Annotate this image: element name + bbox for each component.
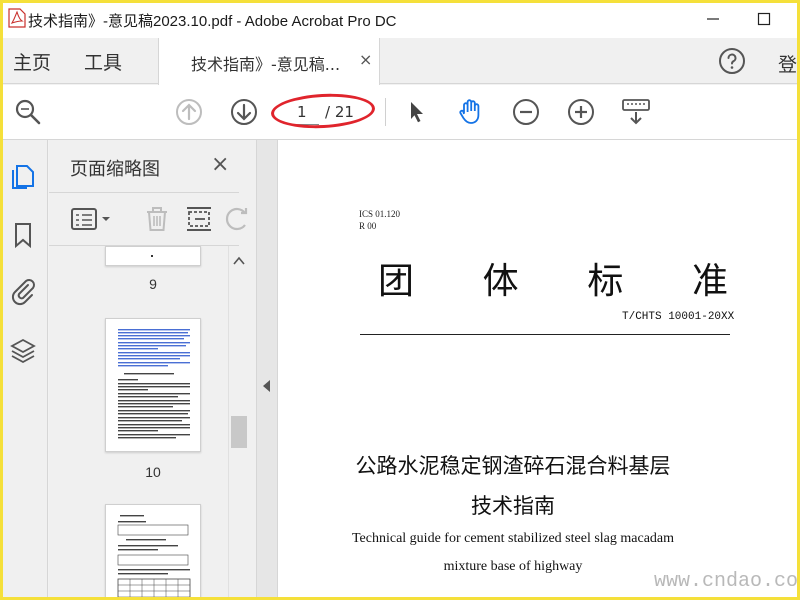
site-watermark: www.cndao.com bbox=[654, 570, 800, 593]
close-panel-icon[interactable]: × bbox=[211, 152, 229, 177]
thumbnail-page-11[interactable] bbox=[105, 504, 201, 600]
document-tab[interactable]: 技术指南》-意见稿... × bbox=[158, 38, 380, 85]
acrobat-pdf-icon bbox=[8, 8, 26, 28]
rotate-page-icon[interactable] bbox=[221, 203, 253, 235]
close-tab-icon[interactable]: × bbox=[359, 50, 372, 69]
menu-bar: 主页 工具 bbox=[0, 38, 800, 84]
navigation-rail bbox=[0, 140, 48, 600]
thumbnail-options-icon[interactable] bbox=[69, 203, 115, 235]
thumbnail-page-10[interactable] bbox=[105, 318, 201, 452]
window-title: 技术指南》-意见稿2023.10.pdf - Adobe Acrobat Pro… bbox=[28, 13, 397, 30]
insert-page-icon[interactable] bbox=[183, 203, 215, 235]
ics-code: ICS 01.120 R 00 bbox=[359, 208, 400, 232]
minimize-icon bbox=[707, 18, 719, 20]
panel-splitter[interactable] bbox=[256, 140, 278, 600]
thumbnail-panel: 页面缩略图 × 9 10 bbox=[49, 140, 256, 600]
next-page-icon[interactable] bbox=[228, 96, 260, 128]
delete-page-icon[interactable] bbox=[141, 203, 173, 235]
title-char-3: 标 bbox=[587, 261, 624, 302]
chinese-title-line-2: 技术指南 bbox=[471, 494, 555, 518]
sign-in-link[interactable]: 登 bbox=[778, 50, 797, 77]
ics-line: ICS 01.120 bbox=[359, 209, 401, 219]
chinese-title-line-1: 公路水泥稳定钢渣碎石混合料基层 bbox=[355, 454, 671, 478]
thumbnail-list: 9 10 bbox=[49, 246, 229, 600]
scroll-up-icon[interactable] bbox=[233, 256, 245, 266]
thumbnail-label-9: 9 bbox=[149, 276, 157, 292]
r-code-line: R 00 bbox=[359, 221, 377, 231]
thumbnail-scrollbar[interactable] bbox=[228, 246, 248, 600]
title-char-4: 准 bbox=[691, 261, 728, 302]
title-rule bbox=[360, 334, 730, 335]
thumbnail-label-10: 10 bbox=[145, 464, 161, 480]
attachment-icon[interactable] bbox=[8, 276, 38, 306]
scrollbar-thumb[interactable] bbox=[231, 416, 247, 448]
thumbnail-page-10-content bbox=[118, 329, 190, 439]
title-char-1: 团 bbox=[378, 261, 415, 302]
document-tab-label: 技术指南》-意见稿... bbox=[191, 55, 341, 74]
thumbnail-page-11-content bbox=[117, 515, 191, 600]
help-icon[interactable] bbox=[718, 47, 746, 75]
hand-tool-icon[interactable] bbox=[455, 96, 487, 128]
standard-number: T/CHTS 10001-20XX bbox=[622, 311, 735, 323]
layers-icon[interactable] bbox=[8, 336, 38, 366]
main-toolbar bbox=[0, 85, 800, 140]
menu-home[interactable]: 主页 bbox=[13, 48, 51, 75]
zoom-in-icon[interactable] bbox=[565, 96, 597, 128]
menu-tools[interactable]: 工具 bbox=[84, 48, 122, 75]
maximize-icon bbox=[757, 12, 771, 26]
panel-title: 页面缩略图 bbox=[70, 159, 160, 180]
zoom-out-icon[interactable] bbox=[510, 96, 542, 128]
minimize-button[interactable] bbox=[700, 6, 726, 32]
title-char-2: 体 bbox=[482, 261, 519, 302]
page-thumbnails-icon[interactable] bbox=[8, 162, 38, 192]
window-titlebar: 技术指南》-意见稿2023.10.pdf - Adobe Acrobat Pro… bbox=[0, 0, 800, 38]
toolbar-divider bbox=[385, 98, 386, 126]
english-title-line-1: Technical guide for cement stabilized st… bbox=[351, 531, 675, 546]
collapse-panel-icon[interactable] bbox=[263, 380, 270, 392]
standard-title: 团 体 标 准 bbox=[378, 252, 728, 304]
keyboard-page-down-icon[interactable] bbox=[620, 96, 652, 128]
select-cursor-icon[interactable] bbox=[401, 96, 433, 128]
maximize-button[interactable] bbox=[751, 6, 777, 32]
bookmark-icon[interactable] bbox=[8, 220, 38, 250]
thumbnail-page-9[interactable] bbox=[105, 246, 201, 266]
document-view[interactable]: ICS 01.120 R 00 团 体 标 准 T/CHTS 10001-20X… bbox=[278, 140, 800, 600]
previous-page-icon[interactable] bbox=[173, 96, 205, 128]
zoom-search-icon[interactable] bbox=[12, 96, 44, 128]
panel-toolbar bbox=[49, 192, 248, 246]
